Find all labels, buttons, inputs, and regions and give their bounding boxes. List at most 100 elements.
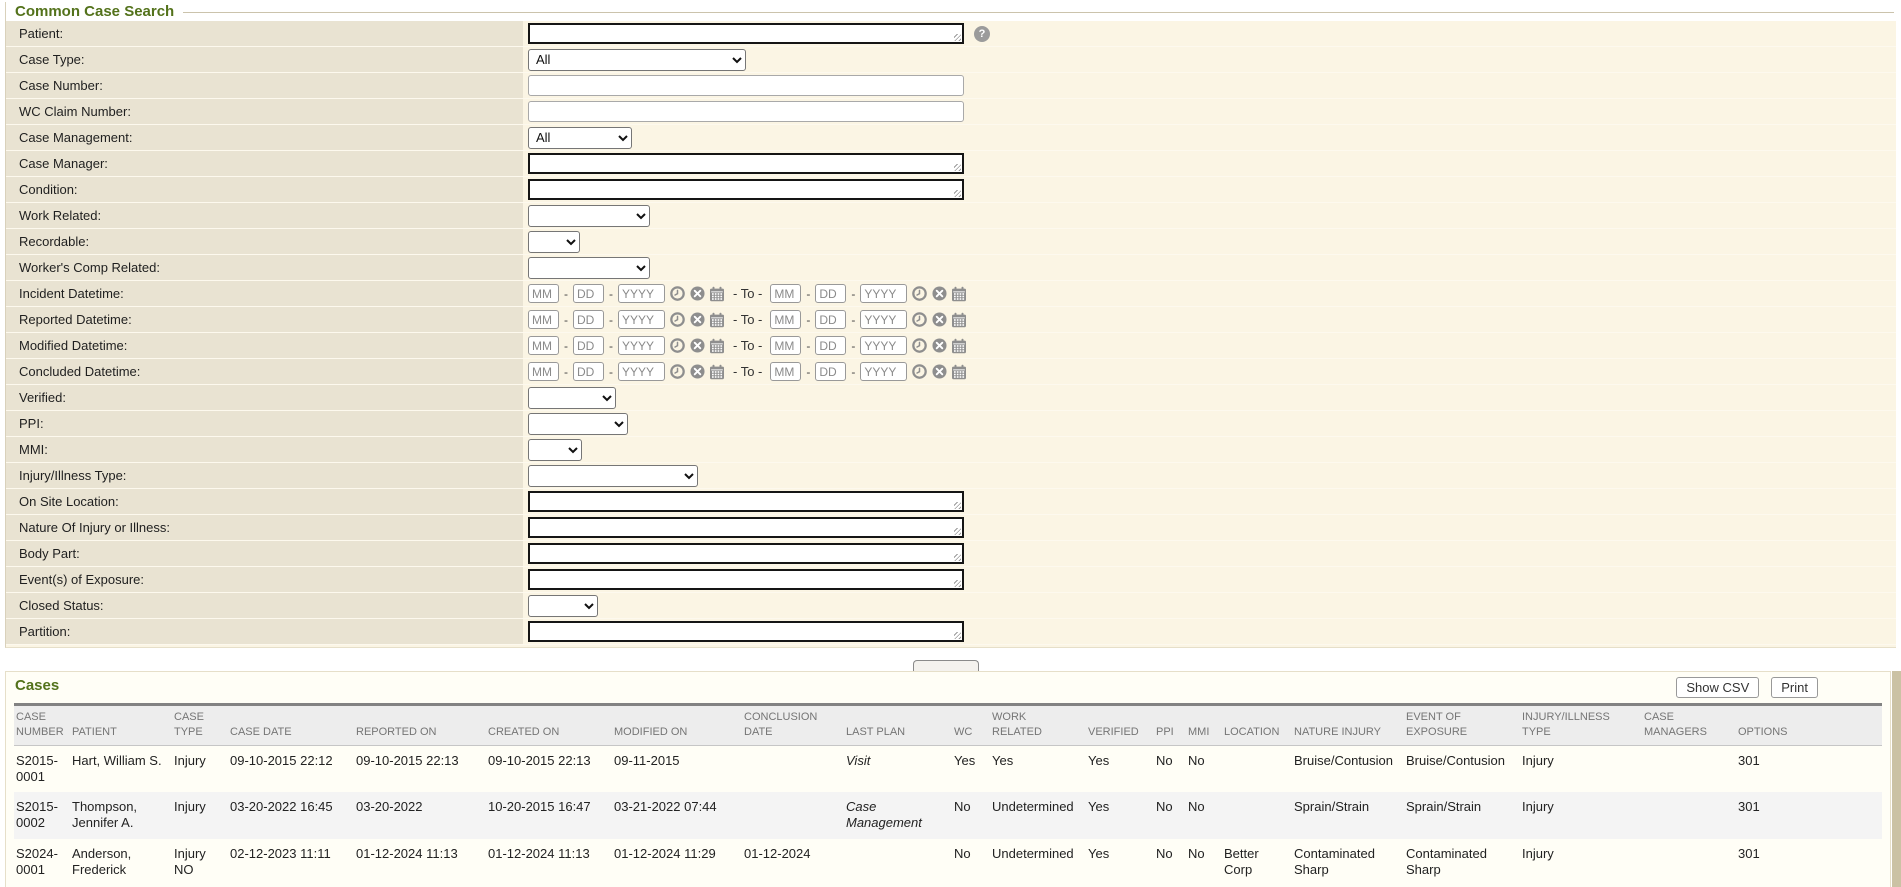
recordable-select[interactable] [528,231,580,253]
year-input[interactable] [860,336,907,355]
show-csv-button[interactable]: Show CSV [1676,677,1759,698]
year-input[interactable] [860,362,907,381]
day-input[interactable] [815,310,846,329]
calendar-icon[interactable] [709,364,725,380]
body_part-textarea[interactable] [528,543,964,564]
field-label: Case Manager: [6,151,523,176]
work_related-select[interactable] [528,205,650,227]
column-header: MMI [1186,705,1222,746]
field-label: Modified Datetime: [6,333,523,358]
clock-icon[interactable] [911,312,927,328]
clock-icon[interactable] [911,338,927,354]
form-row-nature_of_injury_or_illness: Nature Of Injury or Illness: [6,515,1896,541]
closed_status-select[interactable] [528,595,598,617]
clear-icon[interactable] [931,338,947,354]
field-label: Reported Datetime: [6,307,523,332]
table-cell: Injury [1520,839,1642,886]
field-label: Recordable: [6,229,523,254]
calendar-icon[interactable] [951,364,967,380]
clear-icon[interactable] [931,286,947,302]
calendar-icon[interactable] [709,338,725,354]
year-input[interactable] [860,284,907,303]
field-label: Case Management: [6,125,523,150]
on_site_location-textarea[interactable] [528,491,964,512]
wc_claim_number-input[interactable] [528,101,964,122]
condition-textarea[interactable] [528,179,964,200]
year-input[interactable] [618,336,665,355]
year-input[interactable] [860,310,907,329]
calendar-icon[interactable] [709,286,725,302]
form-row-workers_comp_related: Worker's Comp Related: [6,255,1896,281]
clock-icon[interactable] [669,364,685,380]
year-input[interactable] [618,310,665,329]
month-input[interactable] [770,336,801,355]
clear-icon[interactable] [689,312,705,328]
date-dash: - [851,339,855,353]
clock-icon[interactable] [911,286,927,302]
form-row-ppi: PPI: [6,411,1896,437]
calendar-icon[interactable] [951,286,967,302]
scrollbar-track[interactable] [1892,671,1901,887]
clock-icon[interactable] [669,338,685,354]
case_type-select[interactable]: All [528,49,746,71]
month-input[interactable] [528,310,559,329]
print-button[interactable]: Print [1771,677,1818,698]
clear-icon[interactable] [689,286,705,302]
month-input[interactable] [770,310,801,329]
day-input[interactable] [573,362,604,381]
calendar-icon[interactable] [951,312,967,328]
mmi-select[interactable] [528,439,582,461]
column-header: LAST PLAN [844,705,952,746]
case_manager-textarea[interactable] [528,153,964,174]
table-row: S2015-0001Hart, William S.Injury09-10-20… [14,745,1882,792]
day-input[interactable] [573,284,604,303]
form-row-on_site_location: On Site Location: [6,489,1896,515]
events_of_exposure-textarea[interactable] [528,569,964,590]
month-input[interactable] [528,362,559,381]
help-icon[interactable]: ? [974,26,990,42]
field-label: WC Claim Number: [6,99,523,124]
workers_comp_related-select[interactable] [528,257,650,279]
field-label: Case Number: [6,73,523,98]
case_number-input[interactable] [528,75,964,96]
table-cell: No [1154,792,1186,839]
clear-icon[interactable] [689,364,705,380]
day-input[interactable] [573,336,604,355]
day-input[interactable] [815,336,846,355]
day-input[interactable] [573,310,604,329]
nature_of_injury_or_illness-textarea[interactable] [528,517,964,538]
clear-icon[interactable] [931,312,947,328]
table-cell [742,745,844,792]
form-row-events_of_exposure: Event(s) of Exposure: [6,567,1896,593]
table-cell: Hart, William S. [70,745,172,792]
month-input[interactable] [528,336,559,355]
year-input[interactable] [618,284,665,303]
injury_illness_type-select[interactable] [528,465,698,487]
table-cell: 09-10-2015 22:13 [354,745,486,792]
cases-title: Cases [15,677,59,694]
clear-icon[interactable] [931,364,947,380]
clock-icon[interactable] [669,312,685,328]
table-cell: Better Corp [1222,839,1292,886]
form-row-wc_claim_number: WC Claim Number: [6,99,1896,125]
clear-icon[interactable] [689,338,705,354]
verified-select[interactable] [528,387,616,409]
month-input[interactable] [528,284,559,303]
year-input[interactable] [618,362,665,381]
form-row-work_related: Work Related: [6,203,1896,229]
column-header: LOCATION [1222,705,1292,746]
day-input[interactable] [815,362,846,381]
calendar-icon[interactable] [951,338,967,354]
table-cell: 03-21-2022 07:44 [612,792,742,839]
patient-textarea[interactable] [528,23,964,44]
clock-icon[interactable] [911,364,927,380]
month-input[interactable] [770,362,801,381]
partition-textarea[interactable] [528,621,964,642]
ppi-select[interactable] [528,413,628,435]
month-input[interactable] [770,284,801,303]
table-cell: 01-12-2024 11:29 [612,839,742,886]
clock-icon[interactable] [669,286,685,302]
calendar-icon[interactable] [709,312,725,328]
day-input[interactable] [815,284,846,303]
case_management-select[interactable]: All [528,127,632,149]
